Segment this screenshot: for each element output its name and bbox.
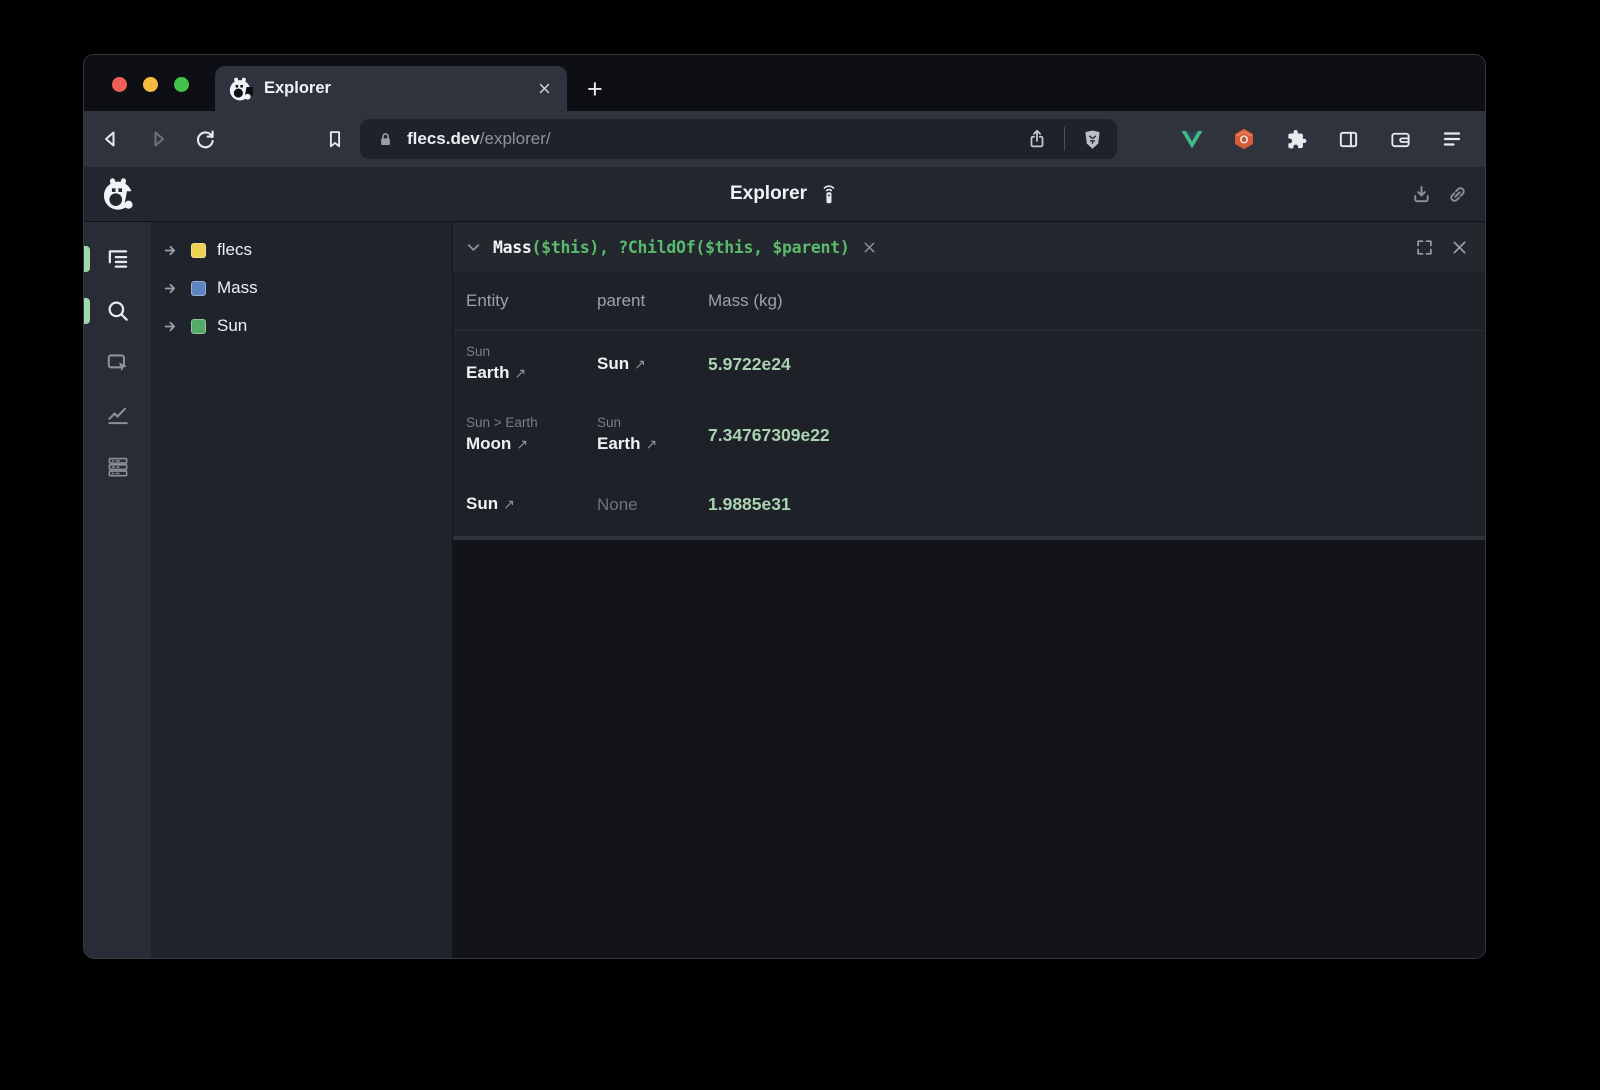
remote-connected-icon xyxy=(818,182,839,206)
activity-commands-button[interactable] xyxy=(84,441,151,493)
table-row: Sun > Earth Moon↗ Sun Earth↗ 7.34767309e… xyxy=(453,397,1485,473)
flecs-logo-icon[interactable] xyxy=(100,176,136,212)
app-header: Explorer xyxy=(84,167,1485,222)
activity-search-button[interactable] xyxy=(84,285,151,337)
close-icon[interactable] xyxy=(1450,238,1469,257)
expand-arrow-icon[interactable] xyxy=(163,318,180,335)
parent-link[interactable]: Sun↗ xyxy=(597,352,708,377)
zoom-window-button[interactable] xyxy=(174,77,189,92)
goto-arrow-icon: ↗ xyxy=(634,356,646,372)
new-tab-button[interactable]: + xyxy=(587,76,603,103)
url-bar[interactable]: flecs.dev/explorer/ xyxy=(360,119,1117,159)
tree-item-mass[interactable]: Mass xyxy=(151,269,452,307)
brave-shield-icon[interactable] xyxy=(1079,126,1105,152)
activity-bar xyxy=(84,222,151,958)
tree-item-label: Mass xyxy=(217,278,258,298)
forward-icon[interactable] xyxy=(145,126,171,152)
entity-color-swatch xyxy=(191,281,206,296)
entity-path: Sun > Earth xyxy=(466,413,597,433)
back-icon[interactable] xyxy=(98,126,124,152)
tab-bar: Explorer + xyxy=(84,55,1485,111)
entity-tree-panel: flecs Mass Sun xyxy=(151,222,453,958)
activity-entity-tree-button[interactable] xyxy=(84,233,151,285)
query-term-rest: ($this), ?ChildOf($this, $parent) xyxy=(532,238,850,257)
tab-close-icon[interactable] xyxy=(533,78,555,100)
expand-icon[interactable] xyxy=(1415,238,1434,257)
mass-value: 5.9722e24 xyxy=(708,354,1485,375)
inspect-icon xyxy=(105,350,131,376)
url-path: /explorer/ xyxy=(480,129,551,148)
url-text: flecs.dev/explorer/ xyxy=(407,129,551,149)
parent-path: Sun xyxy=(597,413,708,433)
vue-devtools-icon[interactable] xyxy=(1179,126,1205,152)
main-panel: Mass($this), ?ChildOf($this, $parent) En… xyxy=(453,222,1485,958)
entity-color-swatch xyxy=(191,319,206,334)
column-header-mass: Mass (kg) xyxy=(708,291,1485,311)
menu-icon[interactable] xyxy=(1439,126,1465,152)
entity-link[interactable]: Moon↗ xyxy=(466,432,597,457)
share-icon[interactable] xyxy=(1024,126,1050,152)
active-indicator xyxy=(84,298,90,324)
table-header: Entity parent Mass (kg) xyxy=(453,272,1485,330)
table-row: Sun Earth↗ Sun↗ 5.9722e24 xyxy=(453,331,1485,397)
sidebar-toggle-icon[interactable] xyxy=(1335,126,1361,152)
entity-link[interactable]: Sun↗ xyxy=(466,492,597,517)
page-title: Explorer xyxy=(730,183,807,205)
goto-arrow-icon: ↗ xyxy=(516,436,528,452)
mass-value: 1.9885e31 xyxy=(708,494,1485,515)
download-icon[interactable] xyxy=(1410,183,1433,206)
tree-item-label: flecs xyxy=(217,240,252,260)
traffic-lights xyxy=(112,77,189,92)
goto-arrow-icon: ↗ xyxy=(645,436,657,452)
activity-stats-button[interactable] xyxy=(84,389,151,441)
parent-none: None xyxy=(597,495,708,515)
lock-icon xyxy=(372,126,398,152)
goto-arrow-icon: ↗ xyxy=(503,496,515,512)
stats-chart-icon xyxy=(105,402,131,428)
column-header-entity: Entity xyxy=(466,291,597,311)
minimize-window-button[interactable] xyxy=(143,77,158,92)
chevron-down-icon[interactable] xyxy=(464,238,483,257)
url-divider xyxy=(1064,127,1066,151)
tab-title: Explorer xyxy=(264,79,533,98)
empty-canvas xyxy=(453,540,1485,958)
activity-inspect-button[interactable] xyxy=(84,337,151,389)
content-area: flecs Mass Sun xyxy=(84,222,1485,958)
query-results-table: Entity parent Mass (kg) Sun Earth↗ Sun↗ xyxy=(453,272,1485,540)
query-term-entity: Mass xyxy=(493,238,532,257)
entity-path: Sun xyxy=(466,342,597,362)
link-icon[interactable] xyxy=(1446,183,1469,206)
column-header-parent: parent xyxy=(597,291,708,311)
reload-icon[interactable] xyxy=(192,126,218,152)
active-indicator xyxy=(84,246,90,272)
commands-icon xyxy=(105,454,131,480)
query-clear-icon[interactable] xyxy=(861,239,878,256)
browser-tab-explorer[interactable]: Explorer xyxy=(215,66,567,111)
tree-item-flecs[interactable]: flecs xyxy=(151,231,452,269)
parent-link[interactable]: Earth↗ xyxy=(597,432,708,457)
flecs-favicon-icon xyxy=(227,76,253,102)
entity-tree-icon xyxy=(105,246,131,272)
expand-arrow-icon[interactable] xyxy=(163,242,180,259)
query-expression[interactable]: Mass($this), ?ChildOf($this, $parent) xyxy=(493,238,849,257)
mass-value: 7.34767309e22 xyxy=(708,425,1485,446)
tree-item-sun[interactable]: Sun xyxy=(151,307,452,345)
extensions-puzzle-icon[interactable] xyxy=(1283,126,1309,152)
close-window-button[interactable] xyxy=(112,77,127,92)
entity-link[interactable]: Earth↗ xyxy=(466,361,597,386)
url-host: flecs.dev xyxy=(407,129,480,148)
goto-arrow-icon: ↗ xyxy=(514,365,526,381)
hexagon-extension-icon[interactable] xyxy=(1231,126,1257,152)
browser-toolbar: flecs.dev/explorer/ xyxy=(84,111,1485,167)
bookmark-icon[interactable] xyxy=(322,126,348,152)
query-bar[interactable]: Mass($this), ?ChildOf($this, $parent) xyxy=(453,222,1485,272)
wallet-icon[interactable] xyxy=(1387,126,1413,152)
search-icon xyxy=(105,298,131,324)
table-row: Sun↗ None 1.9885e31 xyxy=(453,473,1485,536)
entity-color-swatch xyxy=(191,243,206,258)
browser-window: Explorer + flecs.dev/explor xyxy=(84,55,1485,958)
expand-arrow-icon[interactable] xyxy=(163,280,180,297)
tree-item-label: Sun xyxy=(217,316,247,336)
